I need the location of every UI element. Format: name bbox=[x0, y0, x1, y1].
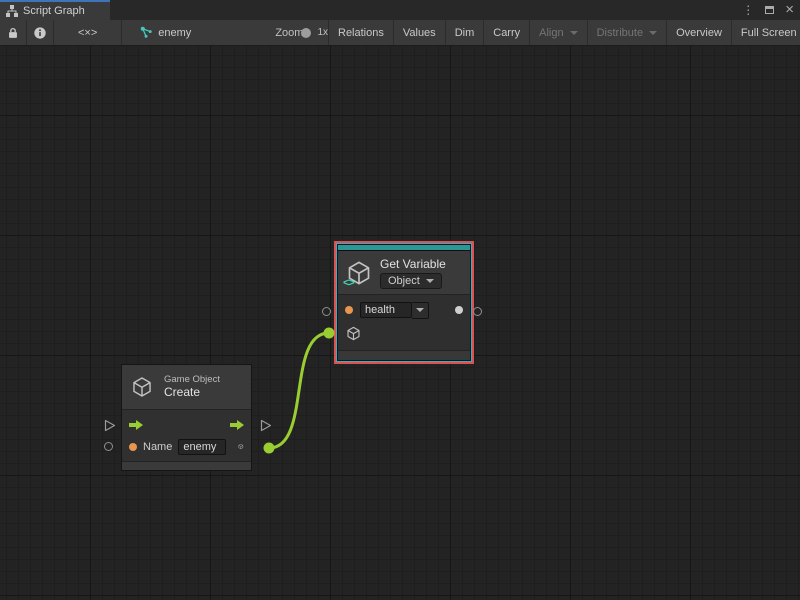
flow-output-port-triangle[interactable] bbox=[260, 419, 272, 432]
flow-input-port-triangle[interactable] bbox=[104, 419, 116, 432]
toolbar-button-group: Relations Values Dim Carry Align Distrib… bbox=[328, 20, 800, 45]
relations-button[interactable]: Relations bbox=[328, 20, 394, 45]
zoom-slider-handle[interactable] bbox=[301, 28, 311, 38]
name-port-label: Name bbox=[143, 441, 172, 453]
name-input[interactable] bbox=[178, 439, 226, 455]
window-controls: ⋮ × bbox=[742, 0, 794, 20]
code-view-button[interactable]: <×> bbox=[54, 20, 122, 45]
maximize-icon[interactable] bbox=[765, 6, 774, 14]
node-footer bbox=[122, 461, 251, 470]
node-title: Create bbox=[164, 385, 220, 400]
getvar-output-port-circle[interactable] bbox=[473, 307, 482, 316]
distribute-button[interactable]: Distribute bbox=[588, 20, 667, 45]
wire-start-dot bbox=[264, 443, 275, 454]
target-object-row bbox=[345, 326, 463, 341]
variable-name-input[interactable] bbox=[360, 302, 412, 318]
wire-end-dot bbox=[324, 328, 335, 339]
node-header: Game Object Create bbox=[122, 365, 251, 410]
node-header: <> Get Variable Object bbox=[338, 251, 470, 295]
dropdown-caret-icon bbox=[416, 308, 424, 312]
code-brackets-icon: <> bbox=[343, 277, 354, 289]
dropdown-caret-icon bbox=[426, 279, 434, 283]
script-graph-asset-icon bbox=[140, 26, 153, 39]
variable-name-input-port[interactable] bbox=[345, 306, 353, 314]
flow-input-arrow-icon[interactable] bbox=[129, 420, 143, 430]
zoom-value: 1x bbox=[317, 20, 328, 45]
dim-button[interactable]: Dim bbox=[446, 20, 485, 45]
variable-name-row bbox=[345, 300, 463, 320]
graph-breadcrumb[interactable]: enemy bbox=[140, 20, 191, 45]
node-category: Game Object bbox=[164, 374, 220, 386]
tab-title: Script Graph bbox=[23, 5, 85, 17]
node-title: Get Variable bbox=[380, 257, 446, 271]
menu-icon[interactable]: ⋮ bbox=[742, 4, 754, 16]
node-get-variable[interactable]: <> Get Variable Object bbox=[337, 244, 471, 361]
info-icon bbox=[33, 26, 47, 40]
info-button[interactable] bbox=[27, 20, 54, 45]
string-input-port[interactable] bbox=[129, 443, 137, 451]
game-object-target-port-icon[interactable] bbox=[346, 326, 361, 341]
flow-port-row bbox=[122, 414, 251, 436]
overview-button[interactable]: Overview bbox=[667, 20, 732, 45]
close-icon[interactable]: × bbox=[785, 2, 794, 17]
graph-canvas[interactable]: Game Object Create Name bbox=[0, 46, 800, 600]
values-button[interactable]: Values bbox=[394, 20, 446, 45]
dropdown-caret-icon bbox=[570, 31, 578, 35]
tab-script-graph[interactable]: Script Graph bbox=[0, 0, 110, 20]
node-footer bbox=[338, 350, 470, 360]
game-object-cube-icon bbox=[131, 376, 153, 398]
node-body: Name bbox=[122, 410, 251, 461]
value-output-port[interactable] bbox=[455, 306, 463, 314]
name-port-row: Name bbox=[122, 436, 251, 458]
graph-toolbar: <×> enemy Zoom 1x Relations Values Dim C… bbox=[0, 20, 800, 46]
node-body bbox=[338, 295, 470, 350]
title-bar: Script Graph ⋮ × bbox=[0, 0, 800, 20]
dropdown-caret-icon bbox=[649, 31, 657, 35]
zoom-label: Zoom bbox=[275, 20, 303, 45]
node-create-game-object[interactable]: Game Object Create Name bbox=[121, 364, 252, 471]
graph-hierarchy-icon bbox=[6, 5, 18, 17]
game-object-output-port-icon[interactable] bbox=[238, 439, 244, 454]
breadcrumb-label: enemy bbox=[158, 27, 191, 39]
lock-icon bbox=[6, 26, 20, 40]
script-graph-window: Script Graph ⋮ × <×> bbox=[0, 0, 800, 600]
create-name-port-circle[interactable] bbox=[104, 442, 113, 451]
flow-output-arrow-icon[interactable] bbox=[230, 420, 244, 430]
variable-scope-dropdown[interactable]: Object bbox=[380, 273, 442, 289]
getvar-name-port-circle[interactable] bbox=[322, 307, 331, 316]
variable-name-dropdown[interactable] bbox=[412, 302, 429, 319]
fullscreen-button[interactable]: Full Screen bbox=[732, 20, 800, 45]
carry-button[interactable]: Carry bbox=[484, 20, 530, 45]
align-button[interactable]: Align bbox=[530, 20, 587, 45]
lock-button[interactable] bbox=[0, 20, 27, 45]
